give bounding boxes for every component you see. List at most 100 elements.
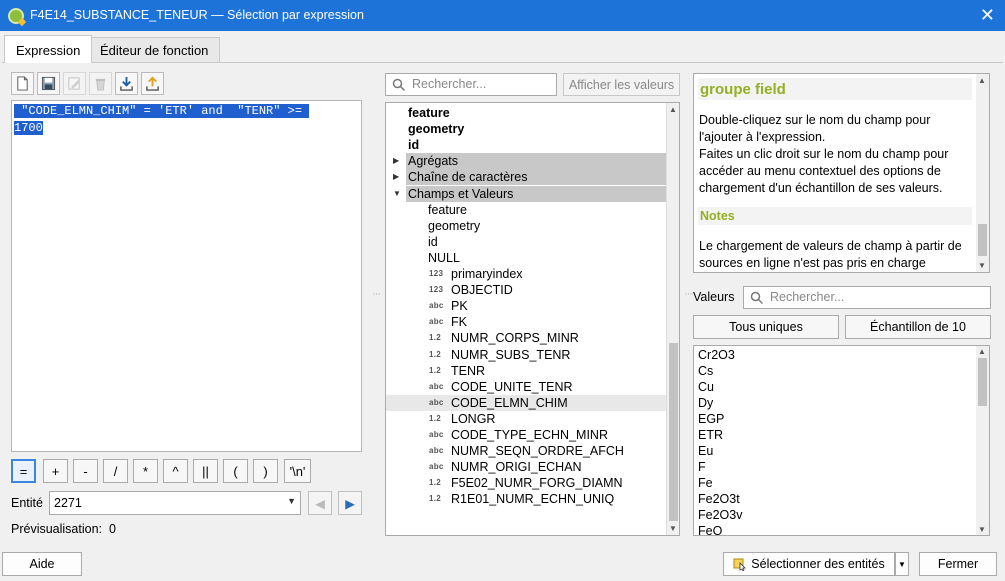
tree-item[interactable]: 123 primaryindex [386, 266, 667, 282]
tree-item[interactable]: feature [386, 202, 667, 218]
value-item[interactable]: Eu [698, 443, 713, 459]
tab-expression[interactable]: Expression [4, 35, 93, 63]
tree-item[interactable]: 1.2 R1E01_NUMR_ECHN_UNIQ [386, 491, 667, 507]
tree-item[interactable]: id [386, 234, 667, 250]
function-search-input[interactable]: Rechercher... [385, 73, 557, 96]
value-item[interactable]: Cs [698, 363, 713, 379]
select-features-menu-button[interactable]: ▼ [895, 552, 909, 576]
value-item[interactable]: Dy [698, 395, 713, 411]
scroll-up-icon[interactable]: ▲ [978, 76, 986, 85]
value-item[interactable]: EGP [698, 411, 724, 427]
export-button[interactable] [141, 72, 164, 95]
function-tree[interactable]: feature geometry id ▶ Agrégats ▶ Chaîne de car… [385, 102, 680, 536]
value-item[interactable]: Fe2O3v [698, 507, 742, 523]
operator-divide-button[interactable]: / [103, 459, 128, 483]
value-item[interactable]: ETR [698, 427, 723, 443]
tree-item[interactable]: ▶ Chaîne de caractères [393, 169, 667, 186]
tree-item[interactable]: 1.2 F5E02_NUMR_FORG_DIAMN [386, 475, 667, 491]
scroll-up-icon[interactable]: ▲ [978, 347, 986, 356]
title-bar: F4E14_SUBSTANCE_TENEUR — Sélection par e… [0, 0, 1005, 31]
scrollbar-thumb[interactable] [978, 358, 987, 406]
values-search-input[interactable]: Rechercher... [743, 286, 991, 309]
operator-minus-button[interactable]: - [73, 459, 98, 483]
tree-item[interactable]: 123 OBJECTID [386, 282, 667, 298]
tree-item[interactable]: abc CODE_UNITE_TENR [386, 379, 667, 395]
tree-item[interactable]: abc NUMR_ORIGI_ECHAN [386, 459, 667, 475]
tree-item-label: OBJECTID [451, 283, 513, 298]
caret-down-icon[interactable]: ▼ [393, 186, 401, 202]
values-list[interactable]: Cr2O3 Cs Cu Dy EGP ETR Eu F Fe Fe2O3t Fe2O3v FeO [693, 345, 990, 536]
tree-item-label: geometry [428, 218, 481, 233]
operator-plus-button[interactable]: + [43, 459, 68, 483]
splitter-handle[interactable]: ⋮ [684, 290, 693, 297]
tree-item[interactable]: ▼ Champs et Valeurs [393, 185, 667, 202]
tree-item[interactable]: 1.2 NUMR_SUBS_TENR [386, 347, 667, 363]
value-item[interactable]: Cu [698, 379, 714, 395]
operator-newline-button[interactable]: '\n' [284, 459, 311, 483]
tree-item[interactable]: feature [386, 105, 667, 121]
operator-close-paren-button[interactable]: ) [253, 459, 278, 483]
tree-item[interactable]: 1.2 TENR [386, 363, 667, 379]
value-item[interactable]: Cr2O3 [698, 347, 735, 363]
help-button[interactable]: Aide [2, 552, 82, 576]
new-file-button[interactable] [11, 72, 34, 95]
splitter-handle[interactable]: ⋮ [372, 290, 381, 297]
operator-open-paren-button[interactable]: ( [223, 459, 248, 483]
close-button[interactable]: Fermer [919, 552, 997, 576]
field-type-icon: abc [429, 381, 444, 391]
caret-right-icon[interactable]: ▶ [393, 153, 399, 169]
tree-item[interactable]: geometry [386, 218, 667, 234]
save-button[interactable] [37, 72, 60, 95]
delete-button[interactable] [89, 72, 112, 95]
edit-button[interactable] [63, 72, 86, 95]
scroll-up-icon[interactable]: ▲ [669, 105, 677, 114]
operator-concat-button[interactable]: || [193, 459, 218, 483]
previous-entity-button[interactable]: ◀ [308, 491, 332, 515]
tree-item-label: feature [428, 202, 467, 217]
close-icon[interactable]: ✕ [980, 4, 995, 26]
next-entity-button[interactable]: ▶ [338, 491, 362, 515]
window-title: F4E14_SUBSTANCE_TENEUR — Sélection par e… [30, 8, 364, 22]
tree-item[interactable]: 1.2 LONGR [386, 411, 667, 427]
tree-item-label: NUMR_SEQN_ORDRE_AFCH [451, 444, 624, 459]
tree-item[interactable]: id [386, 137, 667, 153]
tree-item[interactable]: ▶ Agrégats [393, 153, 667, 170]
values-scrollbar[interactable]: ▲ ▼ [976, 346, 989, 535]
show-values-button[interactable]: Afficher les valeurs [563, 73, 680, 96]
import-button[interactable] [115, 72, 138, 95]
all-unique-button[interactable]: Tous uniques [693, 315, 839, 339]
tree-item[interactable]: geometry [386, 121, 667, 137]
operator-multiply-button[interactable]: * [133, 459, 158, 483]
sample-button[interactable]: Échantillon de 10 [845, 315, 991, 339]
help-scrollbar[interactable]: ▲ ▼ [976, 74, 989, 272]
scroll-down-icon[interactable]: ▼ [669, 524, 677, 533]
scrollbar-thumb[interactable] [669, 343, 678, 521]
scrollbar-thumb[interactable] [978, 224, 987, 256]
tree-item[interactable]: abc PK [386, 298, 667, 314]
caret-right-icon[interactable]: ▶ [393, 169, 399, 185]
tree-scrollbar[interactable]: ▲ ▼ [666, 103, 679, 535]
values-label: Valeurs [693, 290, 735, 304]
operator-equals-button[interactable]: = [11, 459, 36, 483]
scroll-down-icon[interactable]: ▼ [978, 261, 986, 270]
value-item[interactable]: FeO [698, 523, 722, 535]
value-item[interactable]: F [698, 459, 706, 475]
tree-item-label: id [428, 234, 438, 249]
tree-item[interactable]: abc CODE_TYPE_ECHN_MINR [386, 427, 667, 443]
tree-item[interactable]: abc NUMR_SEQN_ORDRE_AFCH [386, 443, 667, 459]
tree-item[interactable]: 1.2 NUMR_CORPS_MINR [386, 330, 667, 346]
entity-combobox[interactable]: 2271 ▼ [49, 491, 301, 515]
tree-item[interactable]: abc FK [386, 314, 667, 330]
arrow-right-icon: ▶ [345, 496, 355, 511]
value-item[interactable]: Fe [698, 475, 713, 491]
value-item[interactable]: Fe2O3t [698, 491, 740, 507]
tree-item[interactable]: NULL [386, 250, 667, 266]
select-features-button[interactable]: Sélectionner des entités [723, 552, 895, 576]
tree-item-label: primaryindex [451, 267, 523, 281]
operator-power-button[interactable]: ^ [163, 459, 188, 483]
tab-function-editor[interactable]: Éditeur de fonction [88, 37, 221, 63]
scroll-down-icon[interactable]: ▼ [978, 525, 986, 534]
tree-item-label: Champs et Valeurs [408, 186, 514, 201]
expression-editor[interactable]: "CODE_ELMN_CHIM" = 'ETR' and "TENR" >= 1… [11, 100, 362, 452]
tree-item[interactable]: abc CODE_ELMN_CHIM [386, 394, 667, 411]
